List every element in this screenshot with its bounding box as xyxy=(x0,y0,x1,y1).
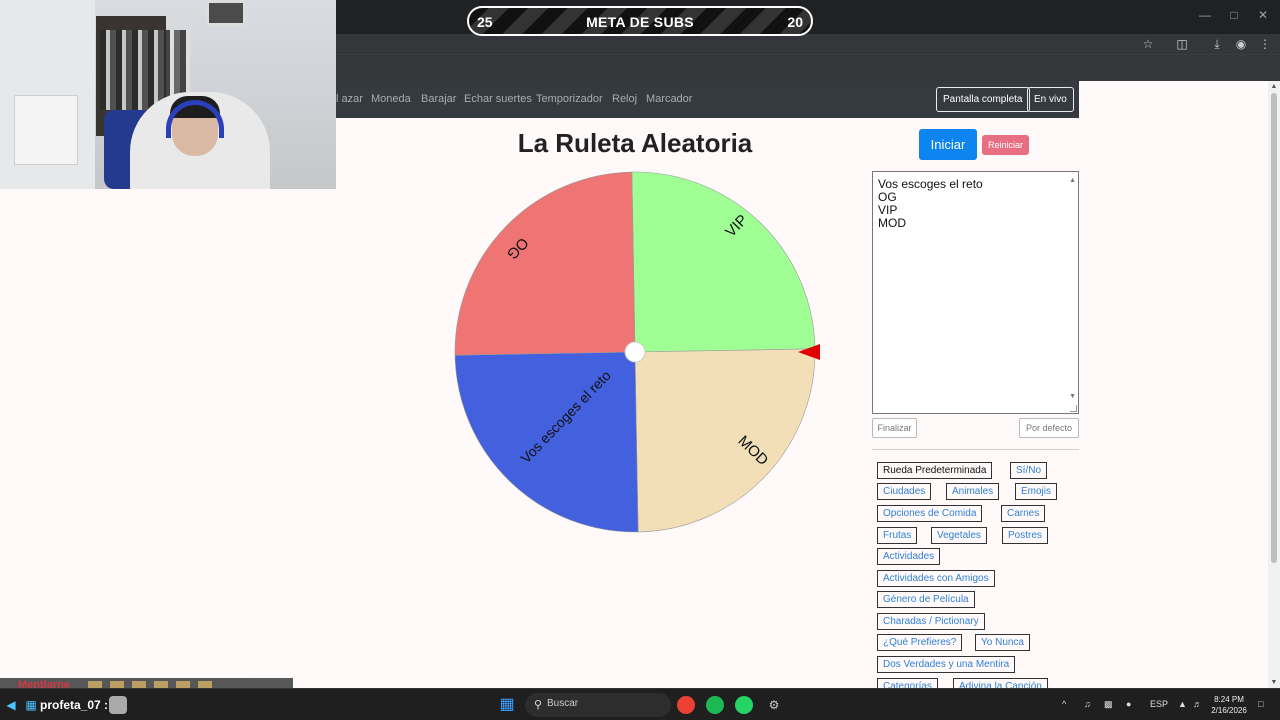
scroll-up-icon[interactable]: ▲ xyxy=(1270,83,1278,90)
close-icon[interactable]: ✕ xyxy=(1256,8,1270,22)
preset-dos-verdades[interactable]: Dos Verdades y una Mentira xyxy=(877,656,1016,673)
resize-grip-icon[interactable] xyxy=(1070,405,1077,412)
tray-app-icon[interactable]: ▩ xyxy=(1104,699,1113,710)
avatar-icon xyxy=(109,696,127,714)
start-button[interactable]: Iniciar xyxy=(919,129,977,160)
wheel-segment-vip xyxy=(631,171,816,353)
volume-icon[interactable]: ♫ xyxy=(1084,699,1091,709)
nav-link-barajar[interactable]: Barajar xyxy=(421,93,456,105)
nav-link-moneda[interactable]: Moneda xyxy=(371,93,411,105)
fullscreen-button[interactable]: Pantalla completa xyxy=(936,87,1030,112)
preset-categorias[interactable]: Categorías xyxy=(877,678,938,688)
preset-charadas[interactable]: Charadas / Pictionary xyxy=(877,613,985,630)
subs-goal-target: 20 xyxy=(787,14,803,30)
finish-button[interactable]: Finalizar xyxy=(872,418,917,438)
subs-goal-title: META DE SUBS xyxy=(586,14,694,30)
nav-link-temporizador[interactable]: Temporizador xyxy=(536,93,603,105)
preset-animales[interactable]: Animales xyxy=(946,483,1000,500)
divider xyxy=(872,449,1079,450)
preset-postres[interactable]: Postres xyxy=(1002,527,1048,544)
search-icon: ⚲ xyxy=(533,699,543,711)
clock-time: 8:24 PM xyxy=(1214,695,1244,704)
grid-icon: ▦ xyxy=(25,698,37,712)
preset-yo-nunca[interactable]: Yo Nunca xyxy=(975,634,1030,651)
whatsapp-icon[interactable] xyxy=(735,696,753,714)
address-bar[interactable] xyxy=(336,34,1166,52)
preset-adivina-cancion[interactable]: Adivina la Canción xyxy=(953,678,1048,688)
entry-line: Vos escoges el reto xyxy=(878,177,983,191)
preset-actividades-amigos[interactable]: Actividades con Amigos xyxy=(877,570,995,587)
preset-rueda-predeterminada[interactable]: Rueda Predeterminada xyxy=(877,462,993,479)
speaker-icon[interactable]: ♬ xyxy=(1193,699,1202,709)
profile-icon[interactable]: ◉ xyxy=(1233,36,1249,52)
bookmark-star-icon[interactable]: ☆ xyxy=(1140,36,1156,52)
preset-emojis[interactable]: Emojis xyxy=(1015,483,1058,500)
scroll-down-icon[interactable]: ▼ xyxy=(1270,679,1278,686)
nav-link-echar-suertes[interactable]: Echar suertes xyxy=(464,93,532,105)
clock-date: 2/16/2026 xyxy=(1211,706,1247,715)
scroll-thumb[interactable] xyxy=(1271,93,1277,563)
preset-opciones-comida[interactable]: Opciones de Comida xyxy=(877,505,983,522)
preset-genero-pelicula[interactable]: Género de Película xyxy=(877,591,975,608)
language-indicator[interactable]: ESP xyxy=(1150,699,1168,709)
chrome-icon[interactable] xyxy=(677,696,695,714)
taskbar-search-placeholder: Buscar xyxy=(547,698,579,709)
preset-si-no[interactable]: Sí/No xyxy=(1010,462,1048,479)
wheel-center-hub xyxy=(624,341,646,363)
extensions-icon[interactable]: ◫ xyxy=(1174,36,1190,52)
download-icon[interactable]: ⤓ xyxy=(1209,36,1225,52)
spin-wheel[interactable]: VIP MOD Vos escoges el reto OG xyxy=(450,167,820,537)
textarea-scroll-up-icon[interactable]: ▲ xyxy=(1069,174,1076,187)
app-icon[interactable]: ⚙ xyxy=(765,696,783,714)
streamer-mode-icon: ◀ xyxy=(6,698,16,712)
entry-line: OG xyxy=(878,190,897,204)
default-button[interactable]: Por defecto xyxy=(1019,418,1079,438)
top-navbar: l azar Moneda Barajar Echar suertes Temp… xyxy=(336,81,1079,118)
textarea-scroll-down-icon[interactable]: ▼ xyxy=(1069,390,1076,403)
nav-link-al-azar[interactable]: l azar xyxy=(336,93,363,105)
preset-frutas[interactable]: Frutas xyxy=(877,527,918,544)
maximize-icon[interactable]: □ xyxy=(1227,8,1241,22)
windows-start-icon[interactable]: ▦ xyxy=(498,696,516,714)
page-title: La Ruleta Aleatoria xyxy=(517,128,753,158)
page-scrollbar[interactable]: ▲ ▼ xyxy=(1268,81,1280,688)
preset-vegetales[interactable]: Vegetales xyxy=(931,527,987,544)
nav-link-reloj[interactable]: Reloj xyxy=(612,93,637,105)
spotify-icon[interactable] xyxy=(706,696,724,714)
preset-carnes[interactable]: Carnes xyxy=(1001,505,1046,522)
entry-line: MOD xyxy=(878,216,906,230)
taskbar-chat-user: profeta_07 : xyxy=(40,698,109,712)
taskbar-search[interactable]: ⚲ Buscar xyxy=(525,693,671,717)
nav-link-marcador[interactable]: Marcador xyxy=(646,93,692,105)
taskbar-clock[interactable]: 8:24 PM 2/16/2026 xyxy=(1208,694,1250,716)
preset-ciudades[interactable]: Ciudades xyxy=(877,483,932,500)
preset-actividades[interactable]: Actividades xyxy=(877,548,941,565)
wheel-segment-og xyxy=(454,171,636,356)
webcam-drawer xyxy=(14,95,78,165)
notifications-icon[interactable]: □ xyxy=(1258,699,1263,709)
windows-taskbar: ◀ ▦ profeta_07 : ▦ ⚲ Buscar ⚙ ^ ♫ ▩ ● ES… xyxy=(0,688,1280,720)
preset-que-prefieres[interactable]: ¿Qué Prefieres? xyxy=(877,634,963,651)
microphone-icon[interactable]: ● xyxy=(1126,699,1131,709)
entry-line: VIP xyxy=(878,203,898,217)
minimize-icon[interactable]: — xyxy=(1198,8,1212,22)
reset-button[interactable]: Reiniciar xyxy=(982,135,1029,155)
menu-icon[interactable]: ⋮ xyxy=(1257,36,1273,52)
webcam-overlay xyxy=(0,0,336,189)
webcam-picture-frame xyxy=(206,0,246,26)
subs-goal-overlay: 25 META DE SUBS 20 xyxy=(467,6,813,36)
tray-chevron-icon[interactable]: ^ xyxy=(1062,699,1066,709)
wheel-segment-mod xyxy=(634,348,816,533)
entries-textarea[interactable]: Vos escoges el reto OG VIP MOD ▲ ▼ xyxy=(872,171,1079,414)
live-button[interactable]: En vivo xyxy=(1027,87,1074,112)
wifi-icon[interactable]: ▲ xyxy=(1178,699,1187,709)
